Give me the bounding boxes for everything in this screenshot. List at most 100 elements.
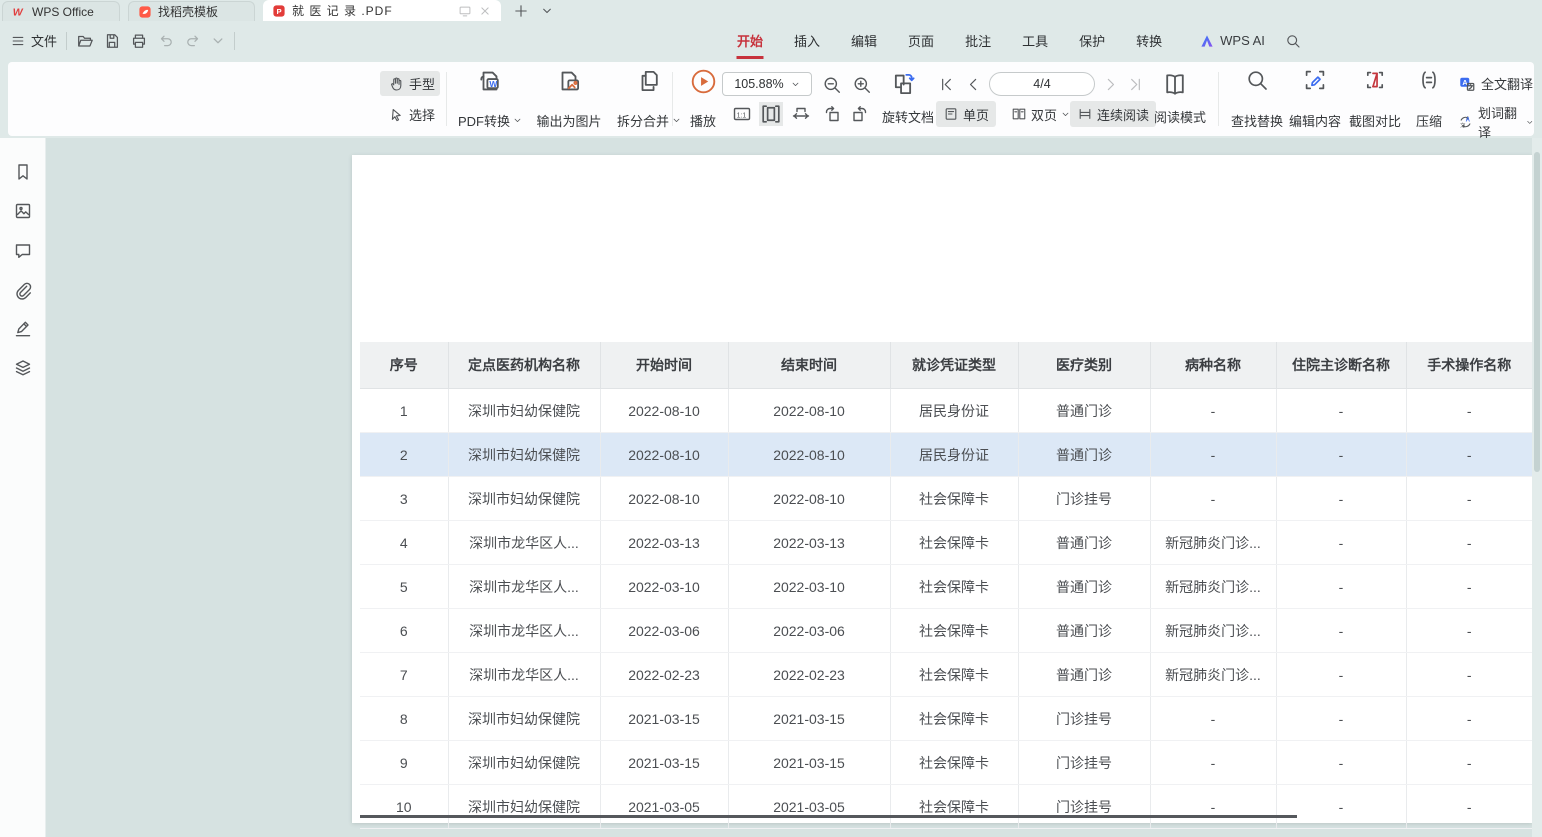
table-cell: - — [1150, 741, 1276, 785]
table-cell: 1 — [360, 389, 448, 433]
screenshot-compare-icon — [1363, 68, 1387, 92]
screenshot-compare-button[interactable]: 截图对比 — [1342, 68, 1408, 130]
table-cell: 深圳市妇幼保健院 — [448, 697, 600, 741]
read-mode-book-icon[interactable] — [1162, 71, 1188, 97]
next-page-icon[interactable] — [1102, 76, 1119, 93]
table-cell: 6 — [360, 609, 448, 653]
save-icon[interactable] — [103, 32, 121, 50]
menu-item-protect[interactable]: 保护 — [1079, 31, 1105, 50]
rotate-left-icon[interactable] — [822, 104, 842, 124]
table-cell: 9 — [360, 741, 448, 785]
table-row: 7深圳市龙华区人...2022-02-232022-02-23社会保障卡普通门诊… — [360, 653, 1532, 697]
zoom-in-icon[interactable] — [852, 75, 872, 95]
table-cell: 2022-08-10 — [728, 389, 890, 433]
double-page-button[interactable]: 双页 — [1004, 101, 1077, 127]
play-icon — [690, 68, 717, 95]
undo-icon[interactable] — [157, 32, 175, 50]
export-image-button[interactable]: 输出为图片 — [528, 68, 610, 130]
menu-item-insert[interactable]: 插入 — [794, 31, 820, 50]
table-cell: 2022-08-10 — [728, 433, 890, 477]
close-tab-icon[interactable] — [478, 4, 492, 18]
file-menu-button[interactable]: 文件 — [10, 31, 57, 50]
actual-size-icon[interactable]: 1:1 — [732, 104, 752, 124]
pdf-convert-button[interactable]: W PDF转换 — [452, 68, 528, 130]
wps-ai-button[interactable]: WPS AI — [1199, 33, 1265, 49]
menu-item-convert[interactable]: 转换 — [1136, 31, 1162, 50]
hand-icon — [388, 76, 404, 92]
table-cell: 社会保障卡 — [890, 697, 1018, 741]
bookmarks-icon[interactable] — [13, 162, 33, 182]
edit-content-button[interactable]: 编辑内容 — [1282, 68, 1348, 130]
select-tool-button[interactable]: 选择 — [380, 102, 440, 127]
last-page-icon[interactable] — [1127, 76, 1144, 93]
table-cell: 社会保障卡 — [890, 609, 1018, 653]
tab-wps-home[interactable]: W WPS Office — [2, 1, 120, 21]
file-menu-label: 文件 — [31, 31, 57, 50]
comments-icon[interactable] — [13, 241, 33, 261]
quick-access-bar: 文件 开始 插入 编辑 页面 批注 工具 保护 转换 WPS AI — [0, 21, 1542, 60]
previous-page-icon[interactable] — [965, 76, 982, 93]
single-page-button[interactable]: 单页 — [936, 101, 996, 127]
wps-office-window: W WPS Office 找稻壳模板 P 就 医 记 录 .PDF 文件 — [0, 0, 1542, 837]
menu-search-icon[interactable] — [1285, 33, 1301, 49]
compress-button[interactable]: 压缩 — [1404, 68, 1454, 130]
table-cell: 深圳市龙华区人... — [448, 521, 600, 565]
zoom-out-icon[interactable] — [822, 75, 842, 95]
continuous-reading-label: 连续阅读 — [1097, 105, 1149, 124]
table-cell: 2022-03-13 — [728, 521, 890, 565]
play-label: 播放 — [690, 111, 716, 130]
screen-share-icon[interactable] — [458, 4, 472, 18]
rotate-right-icon[interactable] — [850, 104, 870, 124]
split-merge-button[interactable]: 拆分合并 — [610, 68, 688, 130]
print-icon[interactable] — [130, 32, 148, 50]
table-cell: 2021-03-15 — [728, 697, 890, 741]
menu-item-tools[interactable]: 工具 — [1022, 31, 1048, 50]
switch-pages-icon[interactable] — [890, 71, 916, 97]
redo-icon[interactable] — [184, 32, 202, 50]
table-cell: 10 — [360, 785, 448, 829]
tab-list-chevron-icon[interactable] — [541, 5, 553, 17]
table-row: 8深圳市妇幼保健院2021-03-152021-03-15社会保障卡门诊挂号--… — [360, 697, 1532, 741]
play-button[interactable]: 播放 — [678, 68, 728, 130]
signature-icon[interactable] — [13, 319, 33, 339]
word-translate-button[interactable]: A文 划词翻译 — [1458, 103, 1534, 141]
pdf-convert-icon: W — [477, 68, 503, 94]
fit-page-icon[interactable] — [759, 102, 783, 126]
table-cell: 深圳市龙华区人... — [448, 609, 600, 653]
menu-item-home[interactable]: 开始 — [737, 31, 763, 50]
hand-tool-button[interactable]: 手型 — [380, 71, 440, 96]
continuous-reading-button[interactable]: 连续阅读 — [1070, 101, 1156, 127]
table-cell: 2022-03-13 — [600, 521, 728, 565]
table-cell: 2 — [360, 433, 448, 477]
zoom-level-combobox[interactable]: 105.88% — [722, 72, 812, 96]
attachments-icon[interactable] — [13, 281, 33, 301]
export-image-label: 输出为图片 — [536, 111, 601, 130]
svg-text:A: A — [1462, 78, 1467, 87]
table-cell: - — [1406, 697, 1532, 741]
undo-history-chevron-icon[interactable] — [211, 34, 225, 48]
menu-item-edit[interactable]: 编辑 — [851, 31, 877, 50]
table-cell: - — [1276, 785, 1406, 829]
tab-document-pdf[interactable]: P 就 医 记 录 .PDF — [263, 0, 501, 21]
rotate-document-label[interactable]: 旋转文档 — [882, 107, 934, 126]
table-cell: 2021-03-15 — [600, 741, 728, 785]
menu-item-comment[interactable]: 批注 — [965, 31, 991, 50]
page-number-input[interactable]: 4/4 — [989, 72, 1095, 96]
open-file-icon[interactable] — [76, 32, 94, 50]
scrollbar-thumb[interactable] — [1534, 152, 1540, 472]
split-merge-icon — [636, 68, 662, 94]
table-cell: 2022-03-06 — [728, 609, 890, 653]
fit-width-icon[interactable] — [791, 104, 811, 124]
vertical-scrollbar[interactable] — [1532, 138, 1542, 837]
read-mode-label[interactable]: 阅读模式 — [1154, 107, 1206, 126]
find-replace-button[interactable]: 查找替换 — [1224, 68, 1290, 130]
table-cell: 2022-08-10 — [600, 389, 728, 433]
menu-item-page[interactable]: 页面 — [908, 31, 934, 50]
full-translate-button[interactable]: A 全文翻译 — [1458, 74, 1533, 93]
new-tab-button[interactable] — [513, 3, 529, 19]
layers-icon[interactable] — [13, 358, 33, 378]
first-page-icon[interactable] — [938, 76, 955, 93]
thumbnails-icon[interactable] — [13, 201, 33, 221]
tab-docer-templates[interactable]: 找稻壳模板 — [128, 1, 255, 21]
page-indicator-value: 4/4 — [1033, 77, 1050, 91]
